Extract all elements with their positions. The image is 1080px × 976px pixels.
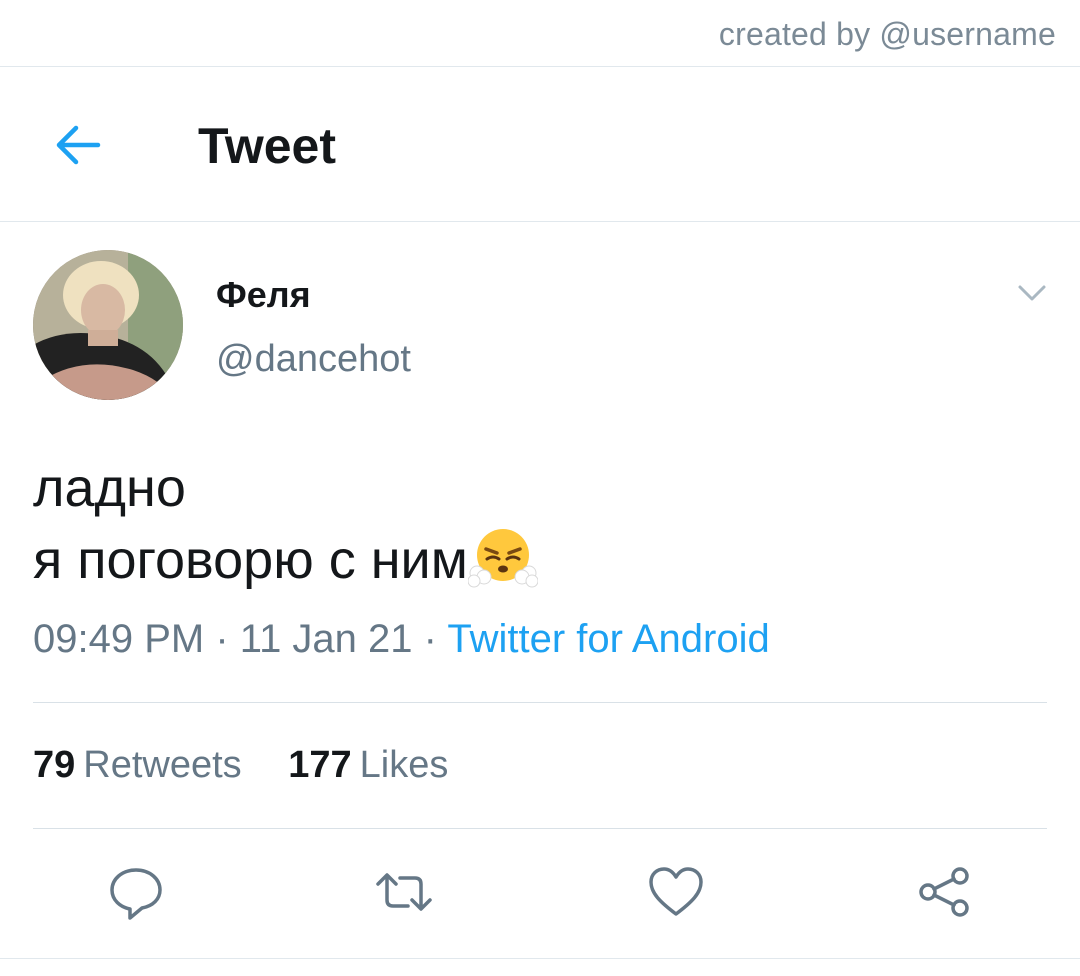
author-handle[interactable]: @dancehot <box>216 338 411 381</box>
tweet-meta: 09:49 PM · 11 Jan 21 · Twitter for Andro… <box>33 617 770 662</box>
likes-stat[interactable]: 177 Likes <box>288 744 448 787</box>
tweet-menu-button[interactable] <box>1012 275 1052 311</box>
share-icon <box>919 867 969 917</box>
tweet-source-link[interactable]: Twitter for Android <box>447 617 769 661</box>
credit-text: created by @username <box>718 16 1056 52</box>
tweet-line: я поговорю с ним <box>33 524 1033 596</box>
chevron-down-icon <box>1018 285 1046 301</box>
meta-separator: · <box>215 617 229 661</box>
divider <box>33 828 1047 829</box>
share-button[interactable] <box>914 862 974 922</box>
divider <box>33 702 1047 703</box>
avatar[interactable] <box>33 250 183 400</box>
top-bar: Tweet <box>0 67 1080 222</box>
tweet-stats: 79 Retweets 177 Likes <box>33 744 484 787</box>
retweet-button[interactable] <box>374 862 434 922</box>
retweet-icon <box>376 873 432 911</box>
tweet-text: ладно я поговорю с ним <box>33 452 1033 596</box>
retweets-stat[interactable]: 79 Retweets <box>33 744 242 787</box>
tweet-line: ладно <box>33 458 186 518</box>
tweet-line-text: я поговорю с ним <box>33 530 468 590</box>
retweets-count: 79 <box>33 744 76 786</box>
avatar-image <box>33 250 183 400</box>
bottom-divider <box>0 958 1080 959</box>
credit-bar: created by @username <box>0 0 1080 67</box>
like-button[interactable] <box>646 862 706 922</box>
arrow-left-icon <box>56 125 101 165</box>
tweet-page: created by @username Tweet Феля @danceho… <box>0 0 1080 976</box>
face-with-steam-from-nose-emoji <box>467 529 538 588</box>
likes-count: 177 <box>288 744 352 786</box>
author-display-name[interactable]: Феля <box>216 274 311 316</box>
reply-icon <box>110 868 162 920</box>
page-title: Tweet <box>198 118 336 174</box>
back-button[interactable] <box>48 115 108 175</box>
retweets-label: Retweets <box>83 744 242 786</box>
reply-button[interactable] <box>106 862 166 922</box>
meta-separator: · <box>423 617 437 661</box>
likes-label: Likes <box>359 744 449 786</box>
tweet-time: 09:49 PM <box>33 617 205 661</box>
tweet-date: 11 Jan 21 <box>239 617 413 661</box>
like-icon <box>649 867 703 916</box>
